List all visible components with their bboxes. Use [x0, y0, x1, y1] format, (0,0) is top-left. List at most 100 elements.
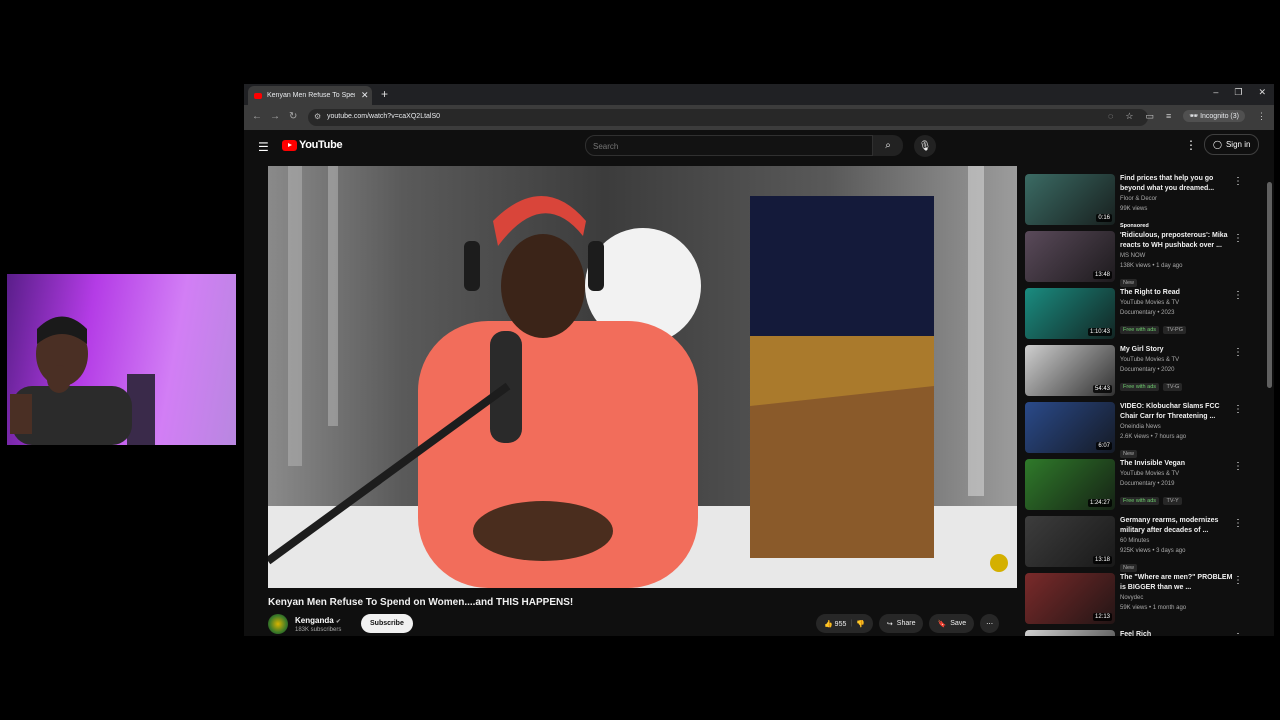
related-video-thumbnail[interactable]: 54:43 [1025, 345, 1115, 396]
subscribe-button[interactable]: Subscribe [361, 614, 413, 633]
related-video-item[interactable]: 1:10:43 The Right to Read YouTube Movies… [1025, 288, 1265, 345]
channel-name[interactable]: Kenganda ✔ [295, 616, 341, 625]
related-video-title[interactable]: Germany rearms, modernizes military afte… [1120, 516, 1235, 536]
search-icon: ⌕ [885, 140, 891, 151]
related-video-channel[interactable]: YouTube Movies & TV [1120, 469, 1235, 479]
related-video-badges: New [1120, 442, 1235, 460]
reload-icon[interactable]: ↻ [289, 111, 297, 122]
related-video-item[interactable]: 54:43 My Girl Story YouTube Movies & TV … [1025, 345, 1265, 402]
more-vert-icon[interactable]: ⋮ [1233, 575, 1243, 586]
more-horizontal-icon: ⋯ [986, 620, 994, 628]
related-video-thumbnail[interactable] [1025, 630, 1115, 636]
more-vert-icon[interactable]: ⋮ [1233, 176, 1243, 187]
more-vert-icon[interactable]: ⋮ [1233, 290, 1243, 301]
settings-menu-icon[interactable]: ⋮ [1185, 138, 1197, 152]
site-info-icon[interactable]: ⚙ [314, 112, 321, 121]
duration-badge: 1:10:43 [1087, 328, 1112, 336]
thumbnail-image [1025, 630, 1115, 636]
related-video-channel[interactable]: YouTube Movies & TV [1120, 355, 1235, 365]
related-video-badge: New [1120, 279, 1138, 287]
duration-badge: 13:48 [1092, 271, 1112, 279]
related-video-title[interactable]: Find prices that help you go beyond what… [1120, 174, 1235, 194]
related-video-title[interactable]: VIDEO: Klobuchar Slams FCC Chair Carr fo… [1120, 402, 1235, 422]
incognito-icon: 🕶 [1189, 113, 1199, 120]
related-video-thumbnail[interactable]: 13:18 [1025, 516, 1115, 567]
related-video-meta: Documentary • 2020 [1120, 367, 1175, 373]
more-vert-icon[interactable]: ⋮ [1233, 404, 1243, 415]
browser-tab[interactable]: Kenyan Men Refuse To Spend o ✕ [248, 86, 372, 105]
related-video-badges: Free with ads TV-PG [1120, 318, 1235, 336]
related-video-title[interactable]: The "Where are men?" PROBLEM is BIGGER t… [1120, 573, 1235, 593]
new-tab-button[interactable]: + [381, 87, 388, 101]
back-icon[interactable]: ← [252, 111, 262, 122]
close-window-icon[interactable]: ✕ [1258, 87, 1266, 98]
search-input[interactable] [586, 137, 853, 156]
eye-off-icon[interactable]: ◌ [1108, 111, 1113, 121]
more-vert-icon[interactable]: ⋮ [1233, 461, 1243, 472]
page-scrollbar[interactable] [1267, 182, 1272, 388]
duration-badge: 0:16 [1096, 214, 1112, 222]
related-video-thumbnail[interactable]: 0:16 [1025, 174, 1115, 225]
save-button[interactable]: 🔖 Save [929, 614, 975, 633]
save-icon: 🔖 [937, 620, 947, 628]
like-dislike-group: 👍 955 | 👎 [816, 614, 873, 633]
related-video-item[interactable]: 13:48 'Ridiculous, preposterous': Mika r… [1025, 231, 1265, 288]
youtube-page: ☰ YouTube ⌕ 🎙 ⋮ ◯ Sign in [244, 130, 1274, 636]
search-box [585, 135, 873, 156]
related-video-title[interactable]: My Girl Story [1120, 345, 1235, 355]
related-video-item[interactable]: Feel Rich ⋮ [1025, 630, 1265, 636]
more-vert-icon[interactable]: ⋮ [1233, 347, 1243, 358]
more-vert-icon[interactable]: ⋮ [1233, 518, 1243, 529]
related-video-item[interactable]: 0:16 Find prices that help you go beyond… [1025, 174, 1265, 231]
related-video-thumbnail[interactable]: 1:10:43 [1025, 288, 1115, 339]
related-video-channel[interactable]: 60 Minutes [1120, 536, 1235, 546]
minimize-icon[interactable]: – [1213, 87, 1218, 98]
related-video-channel[interactable]: YouTube Movies & TV [1120, 298, 1235, 308]
incognito-badge[interactable]: 🕶 Incognito (3) [1183, 110, 1245, 122]
divider: | [850, 620, 853, 627]
side-panel-icon[interactable]: ▭ [1145, 111, 1154, 122]
youtube-logo[interactable]: YouTube [282, 139, 343, 151]
close-tab-icon[interactable]: ✕ [361, 90, 369, 101]
related-video-item[interactable]: 6:07 VIDEO: Klobuchar Slams FCC Chair Ca… [1025, 402, 1265, 459]
browser-menu-icon[interactable]: ⋮ [1257, 111, 1266, 122]
url-text[interactable]: youtube.com/watch?v=caXQ2LtalS0 [327, 113, 440, 120]
related-video-badge: Free with ads [1120, 326, 1160, 334]
related-video-channel[interactable]: Oneindia News [1120, 422, 1235, 432]
like-button[interactable]: 👍 955 [824, 620, 846, 628]
hamburger-menu-icon[interactable]: ☰ [258, 140, 269, 154]
sign-in-button[interactable]: ◯ Sign in [1204, 134, 1260, 155]
related-video-thumbnail[interactable]: 6:07 [1025, 402, 1115, 453]
voice-search-button[interactable]: 🎙 [914, 135, 936, 157]
related-video-channel[interactable]: Floor & Decor [1120, 194, 1235, 204]
thumbs-down-icon[interactable]: 👎 [856, 620, 865, 628]
related-video-text: Find prices that help you go beyond what… [1120, 174, 1235, 232]
related-video-title[interactable]: 'Ridiculous, preposterous': Mika reacts … [1120, 231, 1235, 251]
related-video-title[interactable]: The Right to Read [1120, 288, 1235, 298]
related-video-title[interactable]: The Invisible Vegan [1120, 459, 1235, 469]
forward-icon[interactable]: → [270, 111, 280, 122]
channel-avatar[interactable] [268, 614, 288, 634]
media-controls-icon[interactable]: ≡ [1166, 111, 1171, 121]
related-video-thumbnail[interactable]: 1:24:27 [1025, 459, 1115, 510]
video-player[interactable] [268, 166, 1017, 588]
related-video-meta: Documentary • 2019 [1120, 481, 1175, 487]
share-button[interactable]: ↪ Share [878, 614, 924, 633]
related-video-channel[interactable]: Novydec [1120, 593, 1235, 603]
related-video-item[interactable]: 12:13 The "Where are men?" PROBLEM is BI… [1025, 573, 1265, 630]
related-video-title[interactable]: Feel Rich [1120, 630, 1235, 636]
omnibox[interactable]: ⚙ youtube.com/watch?v=caXQ2LtalS0 [308, 109, 1148, 126]
related-video-thumbnail[interactable]: 13:48 [1025, 231, 1115, 282]
bookmark-star-icon[interactable]: ☆ [1125, 111, 1133, 122]
more-vert-icon[interactable]: ⋮ [1233, 233, 1243, 244]
related-video-badges: Free with ads TV-G [1120, 375, 1235, 393]
related-video-text: The "Where are men?" PROBLEM is BIGGER t… [1120, 573, 1235, 613]
search-button[interactable]: ⌕ [873, 135, 903, 156]
more-vert-icon[interactable]: ⋮ [1233, 632, 1243, 636]
related-video-item[interactable]: 1:24:27 The Invisible Vegan YouTube Movi… [1025, 459, 1265, 516]
related-video-thumbnail[interactable]: 12:13 [1025, 573, 1115, 624]
more-actions-button[interactable]: ⋯ [980, 614, 1000, 633]
restore-icon[interactable]: ❐ [1234, 87, 1242, 98]
related-video-channel[interactable]: MS NOW [1120, 251, 1235, 261]
related-video-item[interactable]: 13:18 Germany rearms, modernizes militar… [1025, 516, 1265, 573]
